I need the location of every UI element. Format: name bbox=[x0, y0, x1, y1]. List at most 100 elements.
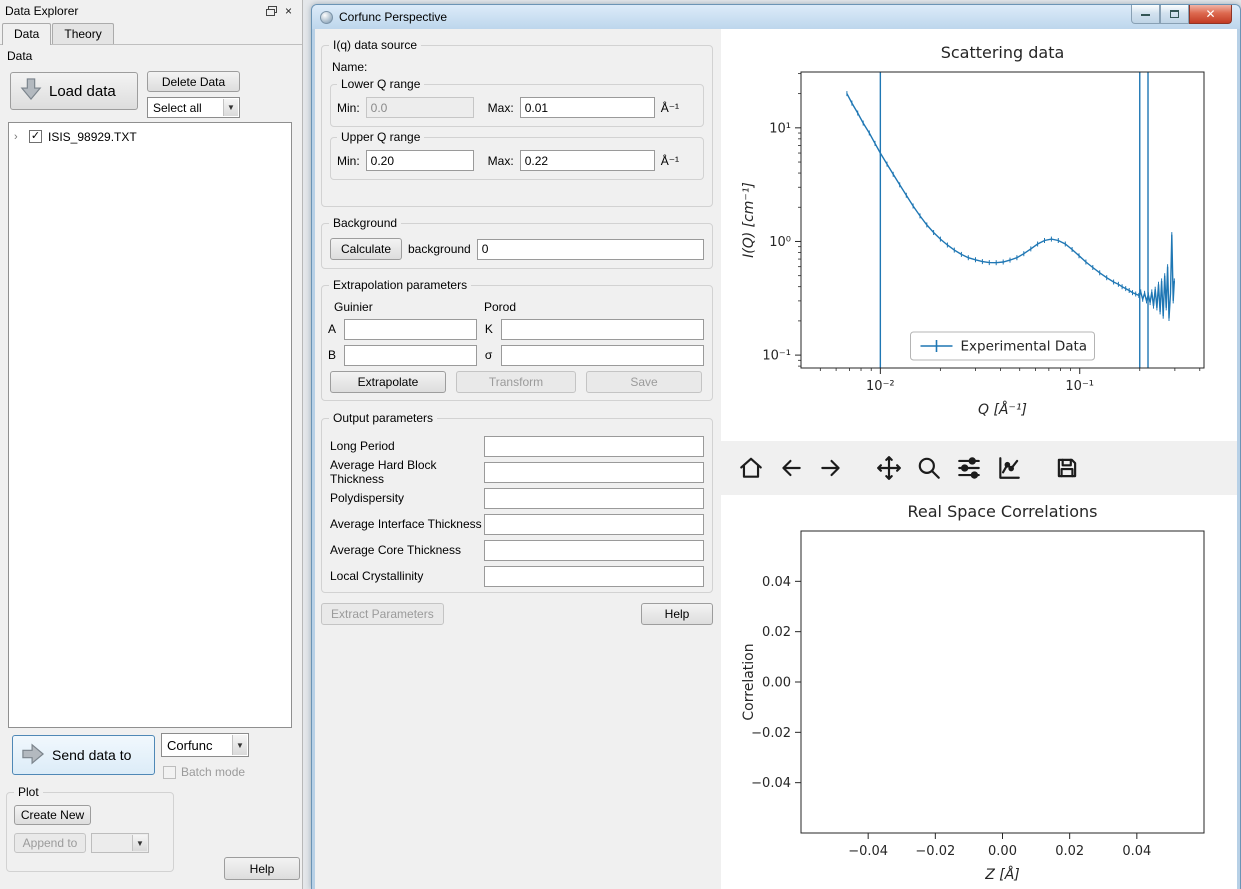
upper-q-range-title: Upper Q range bbox=[337, 130, 424, 144]
polydispersity-input[interactable] bbox=[484, 488, 704, 509]
tab-data[interactable]: Data bbox=[2, 23, 51, 45]
float-panel-icon[interactable] bbox=[263, 3, 280, 18]
forward-button[interactable] bbox=[811, 448, 851, 488]
svg-text:0.04: 0.04 bbox=[762, 575, 791, 590]
extrapolate-button[interactable]: Extrapolate bbox=[330, 371, 446, 393]
file-name[interactable]: ISIS_98929.TXT bbox=[48, 130, 137, 144]
output-row: Local Crystallinity bbox=[330, 563, 704, 589]
svg-text:Z [Å]: Z [Å] bbox=[984, 866, 1020, 883]
porod-label: Porod bbox=[484, 300, 516, 314]
avg-interface-input[interactable] bbox=[484, 514, 704, 535]
pan-icon bbox=[876, 455, 902, 481]
lower-q-min-input[interactable] bbox=[366, 97, 474, 118]
output-row: Average Interface Thickness bbox=[330, 511, 704, 537]
close-button[interactable]: ✕ bbox=[1189, 5, 1232, 24]
delete-data-button[interactable]: Delete Data bbox=[147, 71, 240, 92]
transform-button[interactable]: Transform bbox=[456, 371, 576, 393]
home-button[interactable] bbox=[731, 448, 771, 488]
svg-text:Correlation: Correlation bbox=[741, 643, 757, 720]
checkbox-checked-icon: ✓ bbox=[31, 131, 40, 142]
save-button[interactable]: Save bbox=[586, 371, 702, 393]
forward-arrow-icon bbox=[818, 455, 844, 481]
output-row: Polydispersity bbox=[330, 485, 704, 511]
guinier-a-input[interactable] bbox=[344, 319, 477, 340]
lower-q-max-label: Max: bbox=[488, 101, 514, 115]
extrapolation-group: Extrapolation parameters Guinier Porod A… bbox=[321, 285, 713, 401]
append-plot-dropdown[interactable]: ▼ bbox=[91, 833, 149, 853]
background-group: Background Calculate background bbox=[321, 223, 713, 269]
home-icon bbox=[738, 455, 764, 481]
expand-chevron-icon[interactable]: › bbox=[14, 131, 23, 143]
minimize-button[interactable] bbox=[1131, 5, 1160, 24]
svg-text:10⁻¹: 10⁻¹ bbox=[1065, 379, 1094, 394]
avg-interface-label: Average Interface Thickness bbox=[330, 517, 484, 531]
svg-text:0.00: 0.00 bbox=[988, 844, 1017, 859]
extract-parameters-button[interactable]: Extract Parameters bbox=[321, 603, 444, 625]
window-controls: ✕ bbox=[1131, 5, 1232, 24]
calculate-background-button[interactable]: Calculate bbox=[330, 238, 402, 260]
plot-toolbar bbox=[719, 441, 1237, 495]
upper-q-max-label: Max: bbox=[488, 154, 514, 168]
upper-q-unit-label: Å⁻¹ bbox=[661, 154, 679, 168]
zoom-button[interactable] bbox=[909, 448, 949, 488]
tree-row[interactable]: › ✓ ISIS_98929.TXT bbox=[11, 127, 289, 146]
corfunc-window: Corfunc Perspective ✕ I(q) data source N… bbox=[311, 4, 1241, 889]
correlation-plot-canvas[interactable]: Real Space Correlations−0.04−0.020.000.0… bbox=[721, 495, 1237, 887]
download-arrow-icon bbox=[20, 77, 42, 105]
save-figure-button[interactable] bbox=[1047, 448, 1087, 488]
background-label: background bbox=[408, 242, 471, 256]
long-period-label: Long Period bbox=[330, 439, 484, 453]
background-input[interactable] bbox=[477, 239, 704, 260]
avg-hard-block-input[interactable] bbox=[484, 462, 704, 483]
svg-text:Experimental Data: Experimental Data bbox=[961, 339, 1088, 355]
guinier-b-input[interactable] bbox=[344, 345, 477, 366]
svg-text:10⁰: 10⁰ bbox=[769, 235, 791, 250]
back-button[interactable] bbox=[771, 448, 811, 488]
porod-k-label: K bbox=[485, 322, 495, 336]
porod-sigma-input[interactable] bbox=[501, 345, 704, 366]
window-titlebar[interactable]: Corfunc Perspective bbox=[312, 5, 1240, 29]
svg-text:Scattering data: Scattering data bbox=[941, 43, 1065, 62]
upper-q-max-input[interactable] bbox=[520, 150, 655, 171]
local-crystallinity-label: Local Crystallinity bbox=[330, 569, 484, 583]
subplots-button[interactable] bbox=[949, 448, 989, 488]
data-section-label: Data bbox=[7, 49, 32, 63]
send-data-button[interactable]: Send data to bbox=[12, 735, 155, 775]
porod-k-input[interactable] bbox=[501, 319, 704, 340]
corfunc-params-panel: I(q) data source Name: Lower Q range Min… bbox=[315, 29, 719, 889]
long-period-input[interactable] bbox=[484, 436, 704, 457]
select-all-dropdown[interactable]: Select all ▼ bbox=[147, 97, 240, 118]
extrapolation-group-title: Extrapolation parameters bbox=[329, 278, 471, 292]
upper-q-min-label: Min: bbox=[337, 154, 360, 168]
svg-text:0.04: 0.04 bbox=[1122, 844, 1151, 859]
batch-mode-checkbox[interactable] bbox=[163, 766, 176, 779]
create-new-plot-button[interactable]: Create New bbox=[14, 805, 91, 825]
scattering-plot-canvas[interactable]: Scattering data10⁻²10⁻¹10⁻¹10⁰10¹Q [Å⁻¹]… bbox=[721, 29, 1237, 441]
file-checkbox[interactable]: ✓ bbox=[29, 130, 42, 143]
customize-button[interactable] bbox=[989, 448, 1029, 488]
corfunc-help-button[interactable]: Help bbox=[641, 603, 713, 625]
lower-q-max-input[interactable] bbox=[520, 97, 655, 118]
append-to-plot-button[interactable]: Append to bbox=[14, 833, 86, 853]
avg-core-input[interactable] bbox=[484, 540, 704, 561]
window-title: Corfunc Perspective bbox=[339, 10, 447, 24]
upper-q-min-input[interactable] bbox=[366, 150, 474, 171]
plots-panel: Scattering data10⁻²10⁻¹10⁻¹10⁰10¹Q [Å⁻¹]… bbox=[719, 29, 1237, 889]
pan-button[interactable] bbox=[869, 448, 909, 488]
data-file-tree[interactable]: › ✓ ISIS_98929.TXT bbox=[8, 122, 292, 728]
svg-text:−0.04: −0.04 bbox=[848, 844, 888, 859]
name-label: Name: bbox=[332, 60, 704, 74]
explorer-help-button[interactable]: Help bbox=[224, 857, 300, 880]
load-data-button[interactable]: Load data bbox=[10, 72, 138, 110]
magnifier-icon bbox=[916, 455, 942, 481]
batch-mode-row: Batch mode bbox=[163, 765, 245, 779]
explorer-tabbar: Data Theory bbox=[0, 21, 302, 45]
tab-theory[interactable]: Theory bbox=[52, 23, 113, 44]
data-explorer-panel: Data Explorer × Data Theory Data Load da… bbox=[0, 0, 303, 889]
perspective-dropdown[interactable]: Corfunc ▼ bbox=[161, 733, 249, 757]
guinier-label: Guinier bbox=[334, 300, 478, 314]
close-panel-icon[interactable]: × bbox=[280, 3, 297, 18]
maximize-button[interactable] bbox=[1160, 5, 1189, 24]
close-icon: ✕ bbox=[1205, 7, 1215, 21]
local-crystallinity-input[interactable] bbox=[484, 566, 704, 587]
